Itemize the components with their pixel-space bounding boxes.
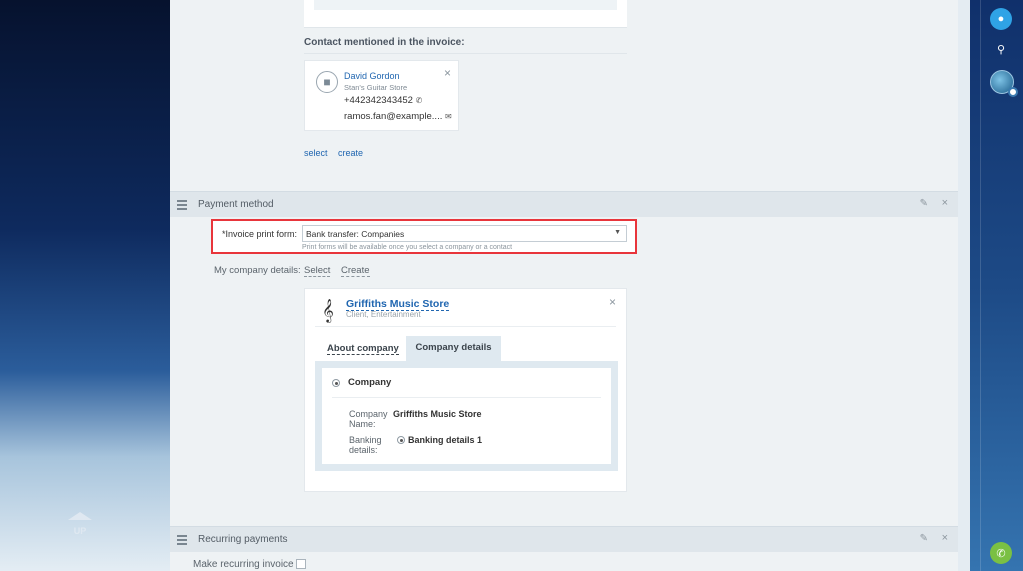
print-form-select[interactable]: Bank transfer: Companies ▼	[302, 225, 627, 242]
print-form-label: *Invoice print form:	[222, 229, 298, 239]
contact-company: Stan's Guitar Store	[344, 83, 408, 92]
make-recurring-label: Make recurring invoice	[193, 559, 294, 570]
up-label: UP	[73, 526, 87, 536]
banking-details-radio[interactable]	[397, 436, 405, 444]
close-icon[interactable]: ×	[444, 66, 451, 80]
print-form-value: Bank transfer: Companies	[306, 229, 405, 239]
print-form-highlight: *Invoice print form: Bank transfer: Comp…	[211, 219, 637, 254]
company-name-field-value: Griffiths Music Store	[393, 409, 482, 419]
select-contact-link[interactable]: select	[304, 148, 328, 158]
right-gutter	[958, 0, 970, 571]
treble-clef-icon: 𝄞	[322, 298, 334, 322]
divider	[315, 326, 616, 327]
payment-method-title: Payment method	[198, 199, 274, 210]
scroll-up-button[interactable]: UP	[60, 512, 100, 536]
divider	[332, 397, 601, 398]
contact-email-text: ramos.fan@example....	[344, 111, 443, 122]
contact-name-link[interactable]: David Gordon	[344, 71, 400, 81]
close-icon[interactable]: ×	[942, 532, 948, 544]
left-background: UP	[0, 0, 170, 571]
close-icon[interactable]: ×	[942, 197, 948, 209]
company-subtitle: Client, Entertainment	[346, 310, 421, 319]
tab-company-details[interactable]: Company details	[406, 336, 501, 361]
company-radio[interactable]	[332, 379, 340, 387]
print-form-hint: Print forms will be available once you s…	[302, 244, 513, 251]
drag-handle-icon[interactable]	[177, 535, 187, 547]
phone-icon[interactable]: ✆	[990, 542, 1012, 564]
phone-icon[interactable]: ✆	[416, 96, 423, 105]
previous-card	[304, 0, 627, 28]
banking-details-label: Banking details:	[349, 435, 382, 455]
recurring-payments-header: Recurring payments ✎ ×	[170, 526, 958, 552]
banking-details-value: Banking details 1	[408, 435, 483, 445]
contact-email[interactable]: ramos.fan@example.... ✉	[344, 111, 452, 122]
my-company-label: My company details:	[214, 265, 301, 276]
pencil-icon[interactable]: ✎	[920, 198, 928, 209]
contact-phone[interactable]: +442342343452 ✆	[344, 95, 422, 106]
bell-icon[interactable]: ●	[990, 8, 1012, 30]
tab-about-company[interactable]: About company	[327, 343, 399, 355]
contact-card: ■ David Gordon Stan's Guitar Store +4423…	[304, 60, 459, 131]
close-icon[interactable]: ×	[609, 295, 616, 309]
make-recurring-checkbox[interactable]	[296, 559, 306, 569]
recurring-payments-title: Recurring payments	[198, 534, 288, 545]
company-card: 𝄞 Griffiths Music Store Client, Entertai…	[304, 288, 627, 492]
pencil-icon[interactable]: ✎	[920, 533, 928, 544]
avatar[interactable]	[990, 70, 1018, 97]
contact-book-icon: ■	[316, 71, 338, 93]
my-company-create-link[interactable]: Create	[341, 265, 370, 277]
divider	[304, 53, 627, 54]
my-company-select-link[interactable]: Select	[304, 265, 331, 277]
company-radio-label: Company	[348, 377, 392, 388]
contact-phone-text: +442342343452	[344, 95, 413, 106]
dropdown-arrow-icon: ▼	[614, 229, 621, 236]
company-details-panel: Company Company Name: Griffiths Music St…	[315, 361, 618, 471]
mail-icon[interactable]: ✉	[445, 112, 452, 121]
search-icon[interactable]: ⚲	[990, 38, 1012, 60]
create-contact-link[interactable]: create	[338, 148, 363, 158]
payment-method-header: Payment method ✎ ×	[170, 191, 958, 217]
company-name-field-label: Company Name:	[349, 409, 388, 429]
up-arrow-icon	[68, 512, 92, 520]
contact-section-label: Contact mentioned in the invoice:	[304, 37, 465, 48]
status-badge	[1008, 87, 1018, 97]
main-content: Contact mentioned in the invoice: ■ Davi…	[170, 0, 958, 571]
right-sidebar: ● ⚲ ✆	[970, 0, 1023, 571]
drag-handle-icon[interactable]	[177, 200, 187, 212]
